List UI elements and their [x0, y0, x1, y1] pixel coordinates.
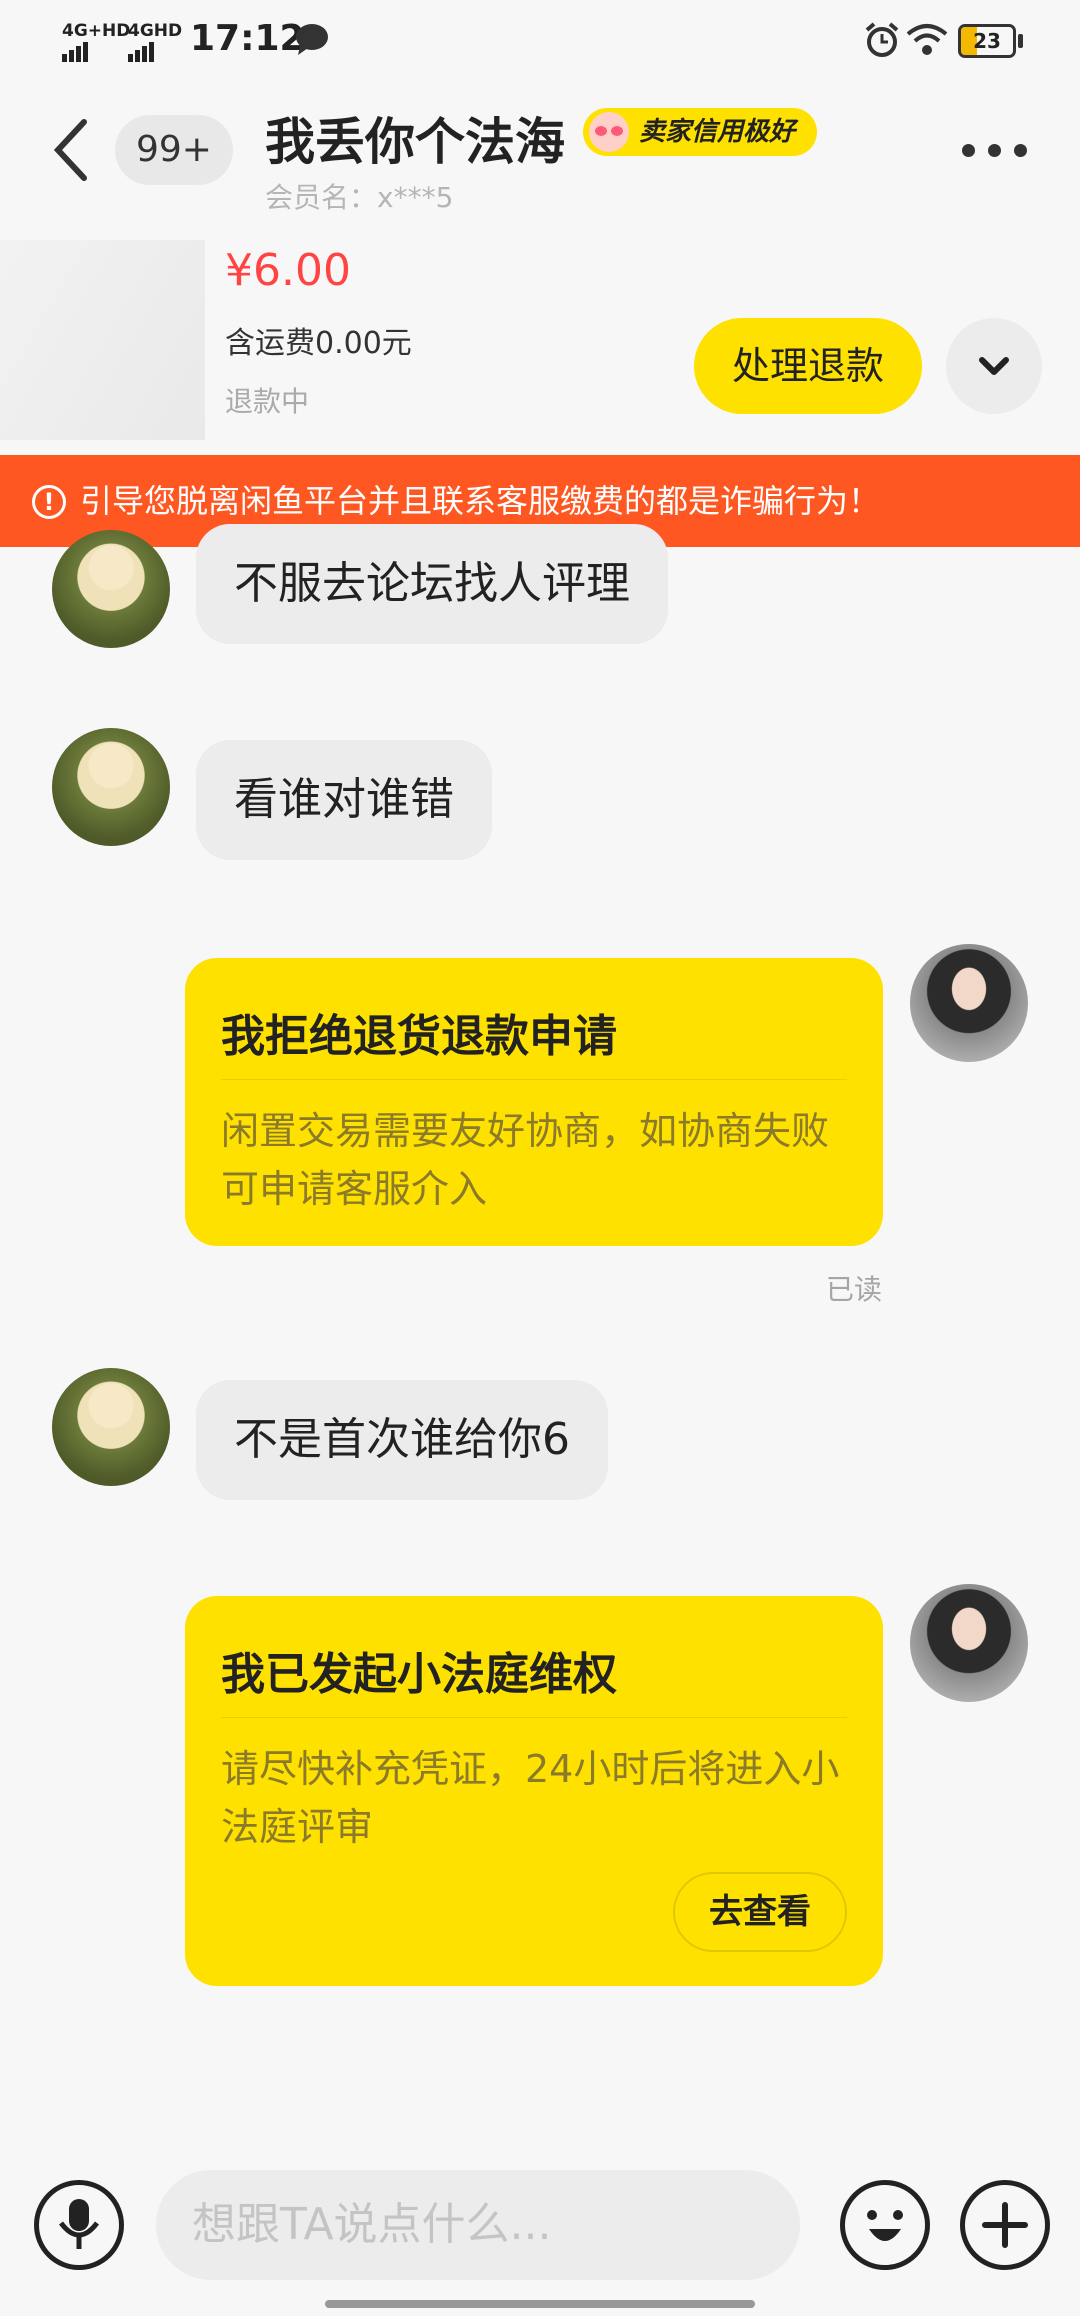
card-description: 闲置交易需要友好协商，如协商失败可申请客服介入 [221, 1109, 830, 1211]
message-bubble: 不是首次谁给你6 [196, 1380, 608, 1500]
seller-avatar[interactable] [52, 530, 170, 648]
read-receipt: 已读 [826, 1273, 883, 1306]
signal-2: 4GHD [128, 22, 182, 62]
chevron-down-icon [979, 357, 1009, 375]
unread-count-badge[interactable]: 99+ [115, 115, 233, 185]
shipping-fee: 含运费0.00元 [225, 326, 412, 361]
signal-1: 4G+HD [62, 22, 130, 62]
card-description: 请尽快补充凭证，24小时后将进入小法庭评审 [221, 1747, 840, 1849]
seller-avatar[interactable] [52, 1368, 170, 1486]
microphone-icon [59, 2199, 99, 2249]
expand-button[interactable] [946, 318, 1042, 414]
message-input[interactable]: 想跟TA说点什么... [156, 2170, 800, 2280]
battery-icon: 23 [958, 24, 1016, 58]
product-thumbnail[interactable] [0, 240, 205, 440]
warning-icon: ! [32, 485, 66, 519]
member-name: 会员名：x***5 [265, 181, 454, 214]
signal-bars-icon [128, 42, 156, 62]
view-details-button[interactable]: 去查看 [673, 1872, 847, 1952]
home-indicator[interactable] [325, 2300, 755, 2308]
voice-input-button[interactable] [34, 2180, 124, 2270]
card-title: 我拒绝退货退款申请 [221, 1000, 847, 1080]
status-bar: 4G+HD 4GHD 17:12 23 [0, 0, 1080, 80]
small-court-card[interactable]: 我已发起小法庭维权 请尽快补充凭证，24小时后将进入小法庭评审 去查看 [185, 1596, 883, 1986]
plus-icon [982, 2202, 1028, 2248]
seller-credit-tag[interactable]: 卖家信用极好 [583, 108, 818, 156]
message-bubble: 不服去论坛找人评理 [196, 524, 668, 644]
emoji-face-icon [589, 112, 629, 152]
card-title: 我已发起小法庭维权 [221, 1638, 847, 1718]
reject-refund-card[interactable]: 我拒绝退货退款申请 闲置交易需要友好协商，如协商失败可申请客服介入 [185, 958, 883, 1246]
process-refund-button[interactable]: 处理退款 [694, 318, 922, 414]
my-avatar[interactable] [910, 1584, 1028, 1702]
my-avatar[interactable] [910, 944, 1028, 1062]
alarm-icon [865, 22, 899, 57]
seller-avatar[interactable] [52, 728, 170, 846]
order-price: ¥6.00 [225, 245, 351, 296]
emoji-icon [867, 2210, 903, 2241]
emoji-button[interactable] [840, 2180, 930, 2270]
clock: 17:12 [190, 18, 305, 59]
order-status: 退款中 [225, 385, 310, 418]
wifi-icon [906, 24, 948, 55]
add-more-button[interactable] [960, 2180, 1050, 2270]
seller-name[interactable]: 我丢你个法海 [265, 102, 565, 174]
more-options-icon[interactable] [960, 130, 1030, 170]
message-bubble: 看谁对谁错 [196, 740, 492, 860]
signal-bars-icon [62, 42, 90, 62]
chat-bubble-icon [296, 24, 328, 55]
back-arrow-icon[interactable] [52, 118, 92, 182]
